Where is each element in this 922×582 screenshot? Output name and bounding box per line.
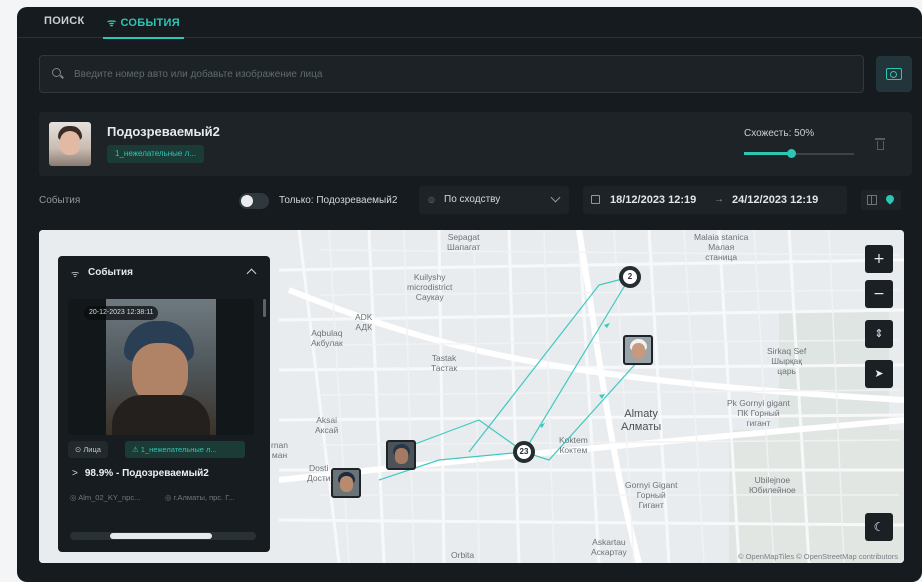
- map-label-askartau: Askartau Аскартау: [591, 537, 627, 557]
- view-toggle[interactable]: [861, 190, 901, 210]
- map-label-orbita: Orbita: [451, 550, 475, 560]
- date-arrow: →: [714, 194, 724, 205]
- trash-icon[interactable]: [875, 138, 885, 150]
- similarity-slider[interactable]: [744, 148, 854, 160]
- event-pin[interactable]: [331, 468, 361, 498]
- sort-value: По сходству: [444, 194, 501, 205]
- tab-bar: ПОИСК ᯤ СОБЫТИЯ: [17, 7, 922, 39]
- location-name: ◎ г.Алматы, прс. Г...: [165, 493, 235, 502]
- map-label-malaia: Malaia stanica Малая станица: [694, 232, 749, 262]
- chevron-down-icon: [550, 192, 561, 203]
- cluster-marker[interactable]: 2: [619, 266, 641, 288]
- watchlist-chip[interactable]: 1_нежелательные л...: [107, 145, 204, 163]
- antenna-icon: ᯤ: [71, 269, 80, 279]
- watchlist-tag: ⚠ 1_нежелательные л...: [125, 441, 245, 458]
- date-from: 18/12/2023 12:19: [610, 194, 697, 206]
- grid-view-icon[interactable]: [867, 195, 877, 205]
- only-suspect-label: Только: Подозреваемый2: [279, 195, 398, 206]
- map-label-koktem: Koktem Коктем: [559, 435, 588, 455]
- map-label-nman: rnan ман: [271, 440, 289, 460]
- event-timestamp: 20-12-2023 12:38:11: [84, 306, 159, 320]
- map-label-aqbulaq: Aqbulaq Акбулак: [311, 328, 343, 348]
- slider-fill: [744, 152, 792, 155]
- map-label-gorny2: Gornyi Gigant Горный Гигант: [625, 480, 678, 510]
- camera-name: ◎ Alm_02_KY_npc...: [70, 493, 141, 502]
- map-label-adk: ADK АДК: [355, 312, 373, 332]
- compass-button[interactable]: ⇕: [865, 320, 893, 348]
- search-icon: [52, 68, 64, 80]
- app-window: ПОИСК ᯤСОБЫТИЯ Подозреваемый2 1_нежелате…: [17, 7, 922, 582]
- tab-events[interactable]: ᯤ СОБЫТИЯ: [103, 15, 184, 39]
- date-range-picker[interactable]: 18/12/2023 12:19 → 24/12/2023 12:19: [583, 186, 847, 214]
- date-to: 24/12/2023 12:19: [732, 194, 819, 206]
- map-label-tastak: Tastak Тастак: [431, 353, 458, 373]
- map-label-kulysh: Kuilyshy microdistrict Саукау: [407, 272, 453, 302]
- search-bar: [39, 55, 864, 93]
- vertical-scrollbar[interactable]: [263, 299, 266, 317]
- chevron-right-icon: >: [72, 468, 78, 479]
- calendar-icon: [591, 195, 600, 204]
- map-label-aksai: Aksai Аксай: [315, 415, 339, 435]
- events-label: События: [39, 195, 81, 206]
- event-card[interactable]: 20-12-2023 12:38:11: [68, 299, 254, 435]
- map-label-pk-gorny: Pk Gornyi gigant ПК Горный гигант: [727, 398, 790, 428]
- camera-upload-button[interactable]: [876, 56, 912, 92]
- sort-select[interactable]: ◎ По сходству: [419, 186, 569, 214]
- suspect-avatar: [49, 122, 91, 166]
- event-pin[interactable]: [386, 440, 416, 470]
- similarity-label: Схожесть: 50%: [744, 128, 815, 139]
- zoom-out-button[interactable]: −: [865, 280, 893, 308]
- zoom-in-button[interactable]: +: [865, 245, 893, 273]
- map-label-sepagat: Sepagat Шапагат: [447, 232, 481, 252]
- map-view-icon[interactable]: [884, 193, 896, 205]
- sort-icon: ◎: [428, 195, 435, 204]
- antenna-icon: ᯤ: [107, 18, 117, 29]
- slider-knob[interactable]: [787, 149, 797, 158]
- cluster-marker[interactable]: 23: [513, 441, 535, 463]
- map-attribution[interactable]: © OpenMapTiles © OpenStreetMap contribut…: [738, 552, 898, 561]
- tab-events-label: СОБЫТИЯ: [120, 17, 180, 29]
- event-pin[interactable]: [623, 335, 653, 365]
- match-row[interactable]: >98.9% - Подозреваемый2: [72, 468, 209, 479]
- face-tag: ⊙ Лица: [68, 441, 108, 458]
- suspect-card: Подозреваемый2 1_нежелательные л... Схож…: [39, 112, 912, 176]
- horizontal-scrollbar[interactable]: [70, 532, 256, 540]
- map-label-dost: Dosti Дости: [307, 463, 331, 483]
- scrollbar-thumb[interactable]: [110, 533, 212, 539]
- search-input[interactable]: [72, 67, 863, 81]
- map-label-almaty: Almaty Алматы: [621, 408, 662, 433]
- toggle-knob: [241, 195, 253, 207]
- chevron-up-icon[interactable]: [246, 268, 257, 279]
- events-panel-title: События: [88, 267, 133, 278]
- suspect-name: Подозреваемый2: [107, 124, 220, 139]
- locate-button[interactable]: ➤: [865, 360, 893, 388]
- map-label-sirkaq: Sirkaq Sef Шырқақ царь: [767, 346, 807, 376]
- only-suspect-toggle[interactable]: [239, 193, 269, 209]
- tab-search[interactable]: ПОИСК: [44, 15, 85, 27]
- map-label-ubilejnoe: Ubilejnoe Юбилейное: [749, 475, 796, 495]
- events-panel: ᯤ События 20-12-2023 12:38:11 ⊙ Лица ⚠ 1…: [58, 256, 270, 552]
- theme-button[interactable]: ☾: [865, 513, 893, 541]
- camera-icon: [886, 68, 902, 80]
- match-text: 98.9% - Подозреваемый2: [84, 468, 209, 479]
